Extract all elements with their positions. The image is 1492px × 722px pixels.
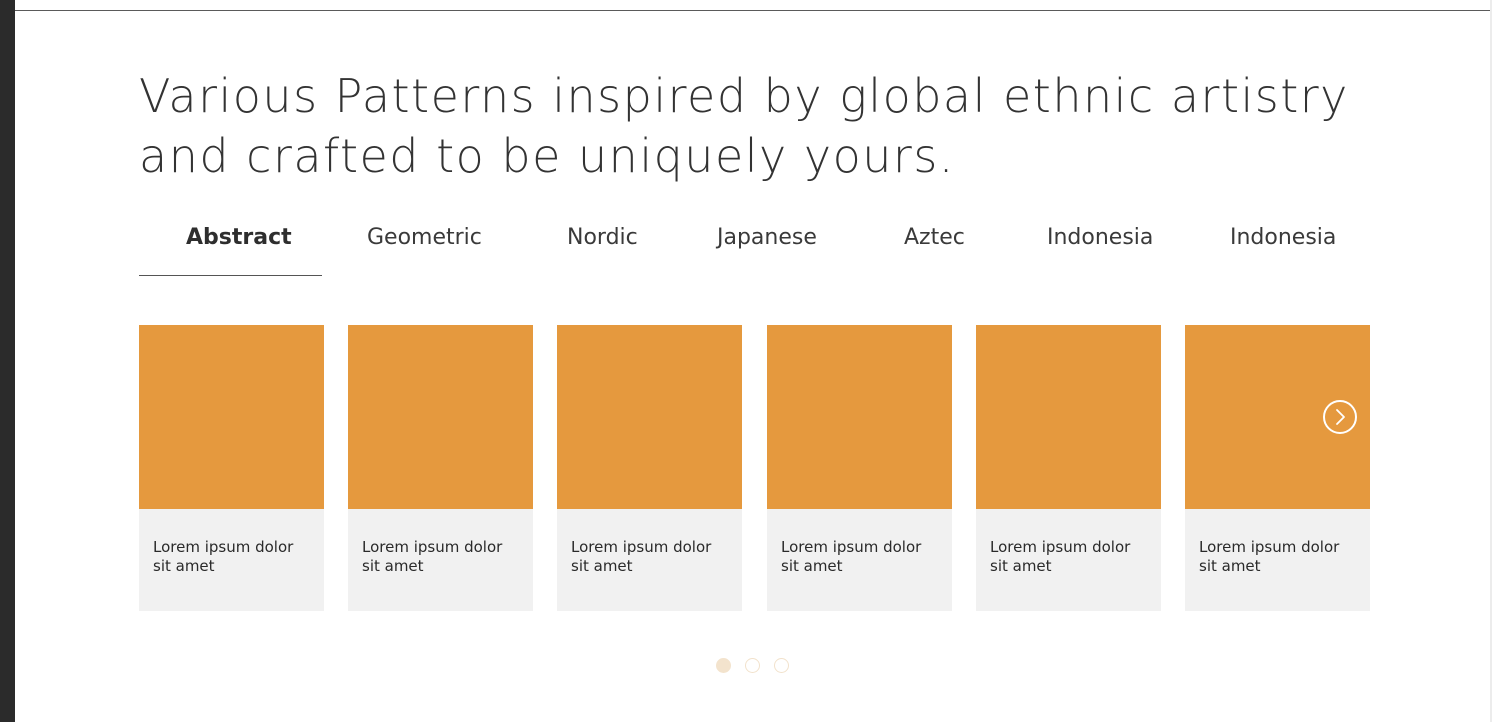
chevron-right-icon: [1336, 409, 1345, 425]
pagination-dot-2[interactable]: [745, 658, 760, 673]
left-edge-strip: [0, 0, 15, 722]
carousel-pagination: [715, 658, 795, 676]
pattern-card-caption: Lorem ipsum dolor sit amet: [571, 538, 712, 575]
active-tab-underline: [139, 275, 322, 276]
pattern-card-caption: Lorem ipsum dolor sit amet: [362, 538, 503, 575]
page: Various Patterns inspired by global ethn…: [15, 0, 1492, 722]
tab-indonesia[interactable]: Indonesia: [1047, 218, 1153, 258]
tab-geometric[interactable]: Geometric: [367, 218, 482, 258]
pattern-card-image[interactable]: [976, 325, 1161, 509]
pattern-card[interactable]: Lorem ipsum dolor sit amet: [348, 325, 533, 611]
pattern-card-image[interactable]: [767, 325, 952, 509]
tab-nordic[interactable]: Nordic: [567, 218, 638, 258]
headline-line-1: Various Patterns inspired by global ethn…: [139, 69, 1349, 123]
pattern-card-caption: Lorem ipsum dolor sit amet: [1199, 538, 1340, 575]
pattern-tabs: Abstract Geometric Nordic Japanese Aztec…: [139, 218, 1369, 276]
page-headline: Various Patterns inspired by global ethn…: [139, 66, 1369, 186]
pagination-dot-1[interactable]: [716, 658, 731, 673]
pattern-card[interactable]: Lorem ipsum dolor sit amet: [1185, 325, 1370, 611]
pattern-card[interactable]: Lorem ipsum dolor sit amet: [767, 325, 952, 611]
tab-aztec[interactable]: Aztec: [904, 218, 965, 258]
tab-japanese[interactable]: Japanese: [717, 218, 817, 258]
tab-indonesia-2[interactable]: Indonesia: [1230, 218, 1336, 258]
pattern-card-list: Lorem ipsum dolor sit amet Lorem ipsum d…: [139, 325, 1370, 611]
pattern-card-image[interactable]: [557, 325, 742, 509]
pattern-card-caption: Lorem ipsum dolor sit amet: [990, 538, 1131, 575]
carousel-next-button[interactable]: [1323, 400, 1357, 434]
pattern-card[interactable]: Lorem ipsum dolor sit amet: [976, 325, 1161, 611]
top-divider: [15, 10, 1492, 11]
pattern-card-caption: Lorem ipsum dolor sit amet: [153, 538, 294, 575]
pagination-dot-3[interactable]: [774, 658, 789, 673]
pattern-card[interactable]: Lorem ipsum dolor sit amet: [139, 325, 324, 611]
pattern-card-image[interactable]: [348, 325, 533, 509]
pattern-card[interactable]: Lorem ipsum dolor sit amet: [557, 325, 742, 611]
pattern-card-image[interactable]: [139, 325, 324, 509]
tab-abstract[interactable]: Abstract: [186, 218, 292, 258]
headline-line-2: and crafted to be uniquely yours.: [139, 129, 955, 183]
pattern-card-caption: Lorem ipsum dolor sit amet: [781, 538, 922, 575]
